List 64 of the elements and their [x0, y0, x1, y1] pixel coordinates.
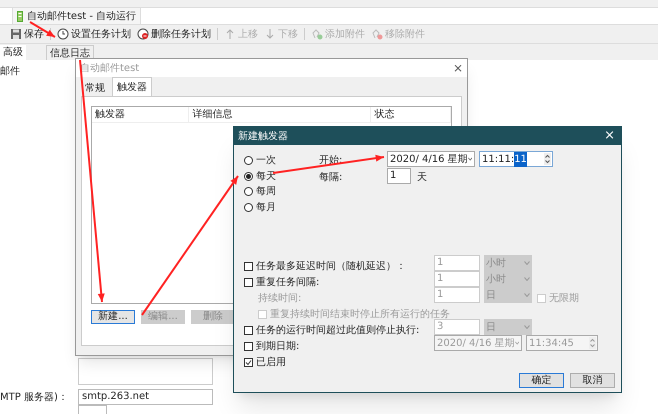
dropdown-icon [514, 341, 519, 345]
radio-label: 每月 [256, 200, 276, 214]
time-field[interactable]: 11:11:11 [479, 151, 553, 167]
selected-text: 11 [514, 152, 527, 166]
column-header[interactable]: 状态 [371, 107, 452, 122]
radio-button[interactable] [244, 187, 253, 196]
radio-label: 每周 [256, 185, 276, 199]
toolbar-button[interactable]: 删除任务计划 [137, 26, 211, 42]
input-field[interactable] [78, 405, 107, 414]
down-arrow-icon [264, 28, 276, 40]
radio-label: 一次 [256, 154, 276, 168]
radio-button[interactable] [244, 202, 253, 212]
checkbox[interactable] [244, 342, 253, 351]
column-header[interactable]: 触发器 [92, 107, 190, 122]
add-attachment-icon [311, 28, 323, 40]
checkbox[interactable] [244, 262, 253, 271]
checkbox-label: 重复持续时间结束时停止所有运行的任务 [270, 308, 450, 322]
radio-button[interactable] [244, 172, 253, 180]
toolbar-button[interactable]: 保存 [10, 26, 44, 42]
dropdown-icon [524, 325, 530, 329]
view-tab[interactable]: 高级 [0, 45, 26, 60]
document-icon [17, 10, 23, 22]
dialog-button[interactable]: 新建... [91, 310, 135, 324]
interval-field[interactable]: 1 [387, 168, 411, 184]
checkbox-label: 任务最多延迟时间（随机延迟）： [256, 260, 406, 274]
column-header[interactable]: 详细信息 [189, 107, 372, 122]
clock-icon [57, 28, 69, 40]
date-picker[interactable]: 2020/ 4/16 星期 [387, 151, 475, 167]
dialog-button[interactable]: 取消 [570, 373, 615, 388]
view-tab[interactable]: 信息日志 [46, 45, 94, 60]
checkbox-label: 无限期 [549, 292, 579, 306]
toolbar-button[interactable]: 设置任务计划 [57, 26, 131, 42]
document-tab[interactable]: 自动邮件test - 自动运行 [12, 8, 142, 24]
server-field[interactable]: smtp.263.net [78, 389, 213, 405]
spin-arrows-icon [544, 153, 551, 165]
checkbox[interactable] [244, 358, 253, 367]
up-arrow-icon [224, 28, 236, 40]
unit-label: 天 [417, 171, 427, 185]
field-label: 持续时间: [258, 292, 302, 306]
checkbox[interactable] [244, 326, 253, 335]
checkbox-label: 已启用 [256, 356, 286, 370]
dropdown-icon [524, 277, 530, 281]
checkbox[interactable] [244, 278, 253, 287]
dropdown-icon [524, 293, 530, 297]
field-label: MTP 服务器)： [0, 391, 68, 405]
checkbox-label: 到期日期: [256, 340, 300, 354]
radio-button[interactable] [244, 156, 253, 165]
save-icon [10, 28, 22, 40]
delete-icon [137, 28, 149, 40]
check-icon [245, 359, 252, 366]
dialog-title: 新建触发器 [238, 130, 288, 144]
checkbox-label: 任务的运行时间超过此值则停止执行: [256, 324, 420, 338]
remove-attachment-icon [371, 28, 383, 40]
checkbox-label: 重复任务间隔: [256, 276, 320, 290]
dialog-button[interactable]: 确定 [519, 373, 564, 388]
dropdown-icon [524, 261, 530, 265]
close-button[interactable]: × [452, 59, 463, 77]
dropdown-icon [468, 157, 472, 161]
close-button[interactable]: × [604, 126, 615, 146]
spin-arrows-icon [589, 337, 596, 349]
field-label: 每隔: [319, 171, 342, 185]
dialog-tab[interactable]: 触发器 [112, 77, 152, 96]
field-label: 邮件 [0, 64, 20, 79]
radio-label: 每天 [256, 170, 276, 184]
